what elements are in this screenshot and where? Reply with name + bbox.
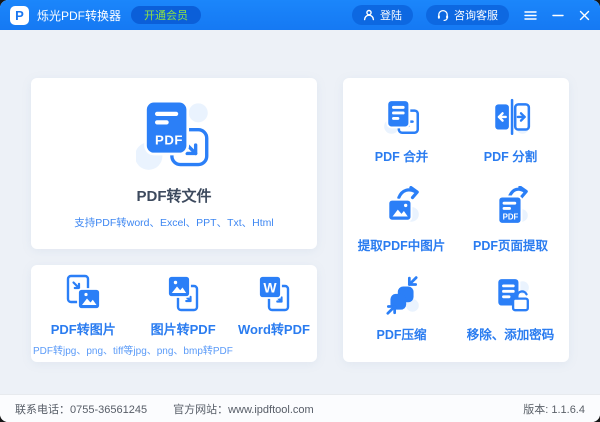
app-title: 烁光PDF转换器 [37, 8, 122, 23]
pdf-to-file-title: PDF转文件 [136, 188, 212, 205]
svg-text:PDF: PDF [502, 213, 518, 222]
app-window: P 烁光PDF转换器 开通会员 登陆 咨询客服 PDF PDF转文件 支持PDF… [0, 0, 600, 422]
pdf-compress-tool[interactable]: PDF压缩 [347, 265, 456, 354]
word-to-pdf-tool[interactable]: W Word转PDF [233, 274, 315, 354]
tool-label: PDF压缩 [376, 328, 427, 343]
menu-icon[interactable] [524, 0, 537, 30]
close-icon[interactable] [579, 0, 590, 30]
titlebar-actions: 登陆 咨询客服 [339, 0, 590, 30]
tool-label: PDF 分割 [483, 149, 538, 164]
login-button[interactable]: 登陆 [352, 5, 413, 25]
tool-label: PDF页面提取 [472, 238, 548, 253]
main-content: PDF PDF转文件 支持PDF转word、Excel、PPT、Txt、Html [0, 30, 600, 394]
extract-pdf-images-icon [386, 185, 419, 222]
pdf-merge-tool[interactable]: PDF 合并 [347, 86, 456, 175]
svg-text:PDF: PDF [155, 133, 183, 148]
tool-label: 图片转PDF [150, 321, 216, 337]
pdf-to-image-tool[interactable]: PDF转图片 PDF转jpg、png、tiff等 [33, 274, 134, 357]
tool-sublabel: jpg、png、bmp转PDF [133, 345, 233, 357]
tool-label: 移除、添加密码 [466, 328, 555, 343]
tool-sublabel: PDF转jpg、png、tiff等 [33, 345, 134, 357]
svg-text:W: W [263, 279, 277, 295]
pdf-page-extract-icon: PDF [496, 185, 528, 225]
user-icon [363, 9, 375, 21]
titlebar: P 烁光PDF转换器 开通会员 登陆 咨询客服 [0, 0, 600, 30]
left-column: PDF PDF转文件 支持PDF转word、Excel、PPT、Txt、Html [31, 78, 317, 362]
tool-label: PDF 合并 [374, 149, 429, 164]
pdf-to-file-card[interactable]: PDF PDF转文件 支持PDF转word、Excel、PPT、Txt、Html [31, 78, 317, 249]
tool-label: 提取PDF中图片 [357, 238, 446, 253]
tool-label: PDF转图片 [50, 321, 116, 337]
login-label: 登陆 [380, 10, 402, 22]
pdf-to-image-icon [67, 274, 102, 310]
pdf-merge-icon [383, 98, 419, 134]
customer-service-label: 咨询客服 [454, 10, 498, 22]
pdf-page-extract-tool[interactable]: PDF PDF页面提取 [456, 175, 565, 264]
official-website: 官方网站：www.ipdftool.com [173, 403, 314, 416]
password-icon [495, 277, 529, 312]
vip-badge-button[interactable]: 开通会员 [131, 6, 202, 24]
pdf-compress-icon [385, 276, 419, 316]
pdf-split-icon [494, 98, 530, 135]
minimize-icon[interactable] [552, 0, 564, 30]
image-to-pdf-icon [167, 274, 199, 311]
contact-phone: 联系电话：0755-36561245 [15, 403, 148, 416]
pdf-to-file-subtitle: 支持PDF转word、Excel、PPT、Txt、Html [74, 217, 274, 229]
footer-bar: 联系电话：0755-36561245 官方网站：www.ipdftool.com… [0, 394, 600, 422]
pdf-split-tool[interactable]: PDF 分割 [456, 86, 565, 175]
version-label: 版本: 1.1.6.4 [523, 403, 585, 416]
pdf-to-file-icon: PDF [136, 99, 209, 170]
tool-label: Word转PDF [237, 321, 310, 337]
converters-card: PDF转图片 PDF转jpg、png、tiff等 图片转PDF jpg、png、… [31, 265, 317, 362]
password-tool[interactable]: 移除、添加密码 [456, 265, 565, 354]
app-logo-icon: P [10, 5, 29, 25]
word-to-pdf-icon: W [258, 274, 290, 311]
extract-pdf-images-tool[interactable]: 提取PDF中图片 [347, 175, 456, 264]
right-tools-card: PDF 合并 PDF 分割 提取PDF中图片 PDF PDF页面提取 PDF压缩… [343, 78, 569, 362]
customer-service-button[interactable]: 咨询客服 [426, 5, 509, 25]
headset-icon [437, 9, 449, 21]
image-to-pdf-tool[interactable]: 图片转PDF jpg、png、bmp转PDF [133, 274, 233, 357]
